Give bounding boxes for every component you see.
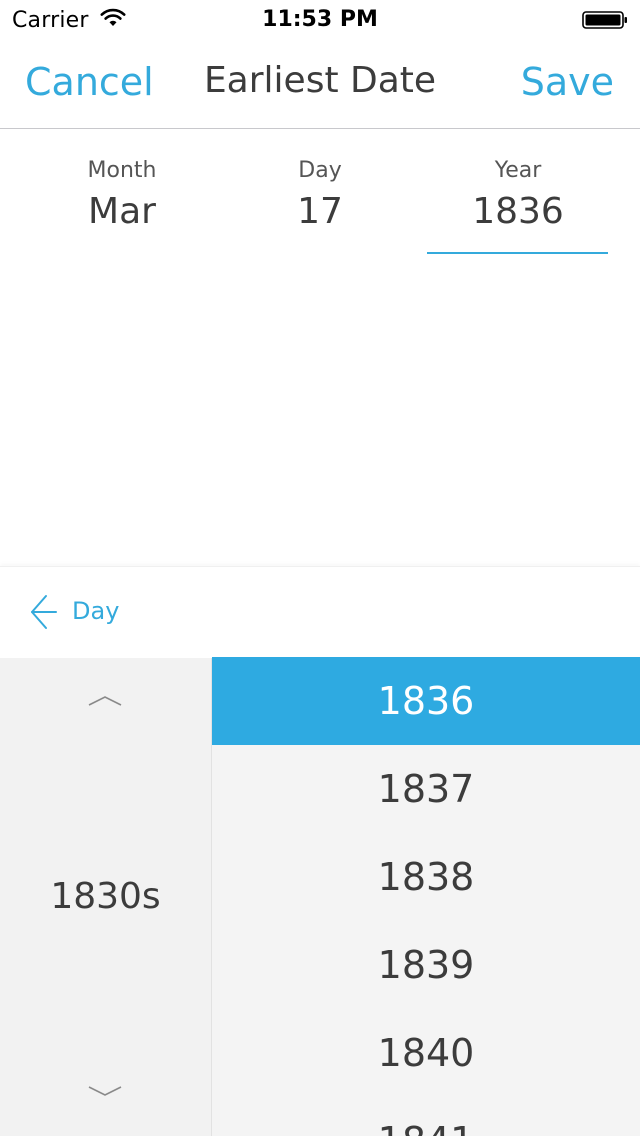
- day-label: Day: [298, 158, 342, 183]
- year-list: 1836 1837 1838 1839 1840 1841: [212, 657, 640, 1136]
- day-value: 17: [297, 191, 343, 232]
- year-option[interactable]: 1837: [212, 745, 640, 833]
- year-value: 1836: [472, 191, 564, 232]
- month-label: Month: [87, 158, 157, 183]
- year-option[interactable]: 1840: [212, 1009, 640, 1097]
- decade-label: 1830s: [50, 876, 161, 917]
- year-option[interactable]: 1838: [212, 833, 640, 921]
- screen: Carrier 11:53 PM Cancel Earliest Date Sa…: [0, 0, 640, 1136]
- year-option-selected[interactable]: 1836: [212, 657, 640, 745]
- arrow-left-icon[interactable]: [30, 594, 58, 630]
- battery-icon: [582, 11, 627, 29]
- picker-header: Day: [0, 566, 640, 659]
- year-field[interactable]: Year 1836: [418, 158, 618, 232]
- month-value: Mar: [88, 191, 156, 232]
- year-option[interactable]: 1839: [212, 921, 640, 1009]
- chevron-up-icon[interactable]: [88, 696, 122, 706]
- save-button[interactable]: Save: [521, 60, 614, 104]
- day-field[interactable]: Day 17: [220, 158, 420, 232]
- year-label: Year: [494, 158, 542, 183]
- back-to-day-button[interactable]: Day: [72, 597, 119, 625]
- navigation-bar: Cancel Earliest Date Save: [0, 40, 640, 129]
- decade-column: 1830s: [0, 658, 212, 1136]
- chevron-down-icon[interactable]: [88, 1086, 122, 1096]
- year-option[interactable]: 1841: [212, 1097, 640, 1136]
- status-bar: Carrier 11:53 PM: [0, 0, 640, 40]
- month-field[interactable]: Month Mar: [22, 158, 222, 232]
- year-field-underline: [427, 252, 608, 254]
- status-time: 11:53 PM: [262, 7, 378, 32]
